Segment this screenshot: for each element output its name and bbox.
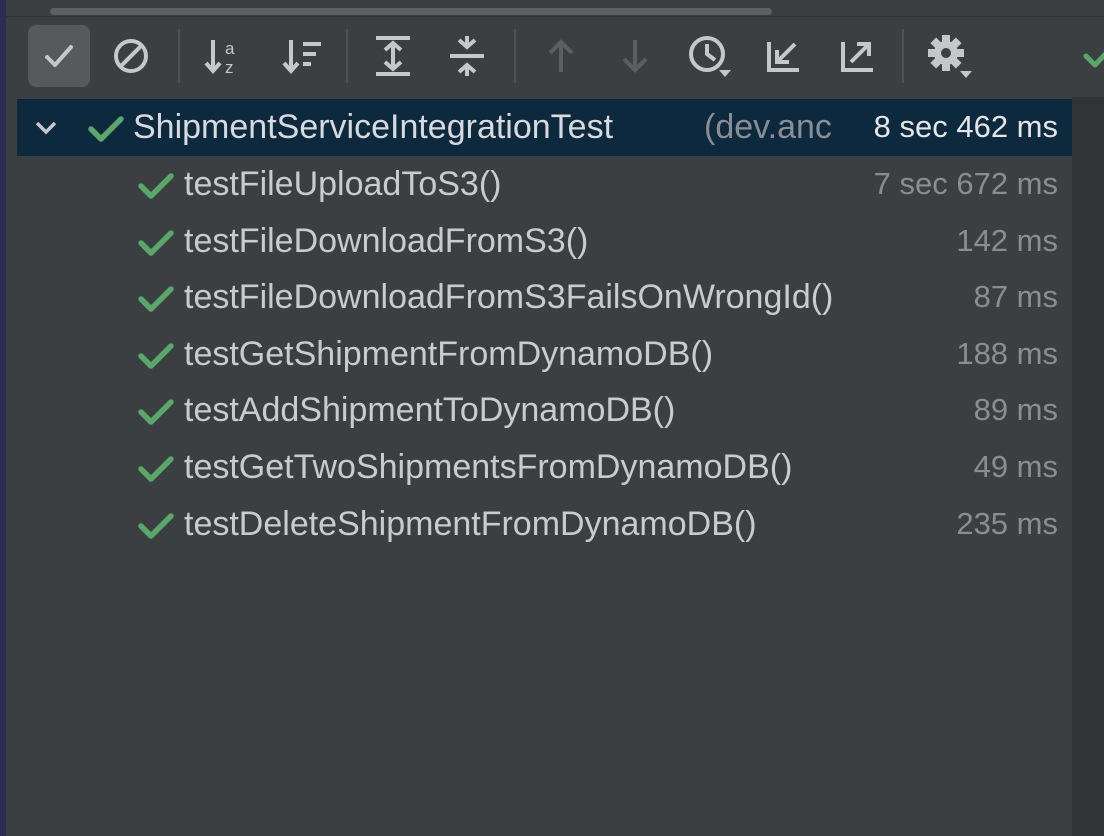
- expand-all-icon: [376, 36, 410, 76]
- test-method-name: testFileDownloadFromS3FailsOnWrongId(): [184, 278, 834, 317]
- sort-alpha-icon: a z: [204, 39, 235, 77]
- toolbar-separator: [902, 29, 904, 83]
- test-duration: 49 ms: [973, 449, 1058, 484]
- test-duration: 235 ms: [956, 505, 1058, 541]
- test-history-button[interactable]: [678, 25, 740, 87]
- test-row[interactable]: testGetShipmentFromDynamoDB() 188 ms: [17, 326, 1072, 383]
- passed-check-icon: [137, 510, 175, 547]
- horizontal-scrollbar[interactable]: [6, 0, 1104, 17]
- test-class-package: (dev.anc: [704, 108, 832, 146]
- svg-text:a: a: [225, 39, 235, 58]
- passed-check-icon: [137, 227, 175, 264]
- collapse-all-icon: [450, 36, 484, 76]
- vertical-scrollbar[interactable]: [1072, 97, 1104, 836]
- tree-root-row[interactable]: ShipmentServiceIntegrationTest (dev.anc …: [17, 99, 1072, 156]
- test-method-name: testGetTwoShipmentsFromDynamoDB(): [184, 448, 793, 486]
- passed-check-icon: [137, 340, 175, 377]
- test-method-name: testAddShipmentToDynamoDB(): [184, 391, 676, 430]
- gear-icon: [928, 35, 972, 78]
- clock-icon: [689, 36, 731, 77]
- test-method-name: testGetShipmentFromDynamoDB(): [184, 334, 714, 373]
- test-duration: 89 ms: [973, 392, 1058, 428]
- expand-all-button[interactable]: [362, 25, 424, 87]
- test-row[interactable]: testFileUploadToS3() 7 sec 672 ms: [17, 156, 1072, 213]
- passed-check-icon: [88, 116, 124, 142]
- passed-check-icon: [137, 453, 175, 490]
- test-method-name: testFileUploadToS3(): [184, 165, 502, 203]
- show-passed-button[interactable]: [28, 25, 90, 87]
- show-ignored-button[interactable]: [100, 25, 162, 87]
- export-tests-button[interactable]: [826, 25, 888, 87]
- test-row[interactable]: testGetTwoShipmentsFromDynamoDB() 49 ms: [17, 439, 1072, 496]
- import-arrow-icon: [767, 42, 799, 72]
- previous-failed-button[interactable]: [530, 25, 592, 87]
- passed-check-icon: [137, 283, 175, 320]
- scrollbar-thumb[interactable]: [50, 8, 772, 15]
- toolbar-separator: [346, 29, 348, 83]
- test-row[interactable]: testFileDownloadFromS3() 142 ms: [17, 213, 1072, 270]
- sort-duration-icon: [282, 40, 321, 75]
- arrow-up-icon: [548, 39, 574, 72]
- status-check-icon: [1082, 41, 1104, 71]
- checkmark-icon: [45, 45, 73, 67]
- passed-check-icon: [137, 170, 175, 207]
- test-class-name: ShipmentServiceIntegrationTest: [133, 108, 614, 146]
- test-duration: 8 sec 462 ms: [873, 109, 1058, 144]
- toolbar-separator: [514, 29, 516, 83]
- test-duration: 188 ms: [956, 335, 1058, 371]
- import-tests-button[interactable]: [752, 25, 814, 87]
- test-duration: 87 ms: [973, 279, 1058, 315]
- svg-text:z: z: [225, 58, 234, 77]
- test-results-tree: ShipmentServiceIntegrationTest (dev.anc …: [17, 97, 1072, 836]
- sort-by-duration-button[interactable]: [272, 25, 334, 87]
- test-row[interactable]: testDeleteShipmentFromDynamoDB() 235 ms: [17, 496, 1072, 553]
- arrow-down-icon: [622, 40, 648, 73]
- test-method-name: testFileDownloadFromS3(): [184, 221, 589, 260]
- sort-alphabetically-button[interactable]: a z: [194, 25, 256, 87]
- passed-check-icon: [137, 396, 175, 433]
- next-failed-button[interactable]: [604, 25, 666, 87]
- test-method-name: testDeleteShipmentFromDynamoDB(): [184, 504, 757, 543]
- test-row[interactable]: testFileDownloadFromS3FailsOnWrongId() 87…: [17, 269, 1072, 326]
- test-duration: 7 sec 672 ms: [873, 166, 1058, 201]
- collapse-all-button[interactable]: [436, 25, 498, 87]
- test-row[interactable]: testAddShipmentToDynamoDB() 89 ms: [17, 382, 1072, 439]
- export-arrow-icon: [841, 42, 873, 72]
- chevron-down-icon[interactable]: [33, 117, 59, 139]
- settings-button[interactable]: [918, 25, 980, 87]
- test-duration: 142 ms: [956, 222, 1058, 258]
- test-runner-window: a z ShipmentServiceIntegrationTest (dev.…: [6, 0, 1104, 836]
- toolbar-separator: [178, 29, 180, 83]
- test-toolbar: a z: [6, 17, 1104, 97]
- circle-slash-icon: [114, 39, 148, 73]
